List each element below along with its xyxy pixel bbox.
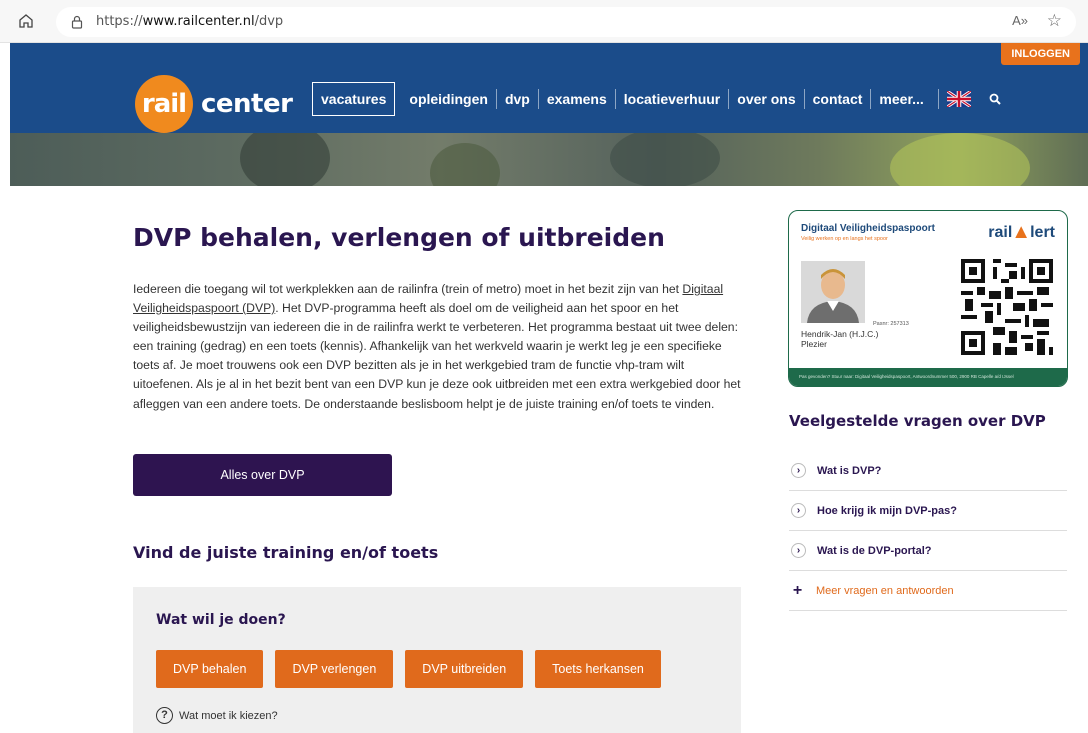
logo-rail: rail [135,75,193,133]
dvp-verlengen-button[interactable]: DVP verlengen [275,650,394,688]
decision-tree-panel: Wat wil je doen? DVP behalen DVP verleng… [133,587,741,733]
url-prefix: https:// [96,14,143,29]
intro-part: . Het DVP-programma heeft als doel om de… [133,301,741,411]
nav-over-ons[interactable]: over ons [728,89,803,109]
faq-item[interactable]: › Wat is de DVP-portal? [789,531,1067,571]
holder-name-line1: Hendrik-Jan (H.J.C.) [801,329,879,339]
holder-photo [801,261,865,323]
logo-center: center [201,89,293,119]
plus-icon: + [792,581,803,599]
railalert-logo: rail ▲ lert [988,221,1055,244]
favorite-star-icon[interactable]: ☆ [1047,11,1062,31]
lock-icon[interactable] [70,15,84,29]
browser-toolbar: https://www.railcenter.nl/dvp A» ☆ [0,0,1088,43]
url-host: www.railcenter.nl [142,14,255,29]
nav-locatieverhuur[interactable]: locatieverhuur [614,89,728,109]
site-header: INLOGGEN rail center vacatures opleiding… [10,43,1088,133]
faq-list: › Wat is DVP? › Hoe krijg ik mijn DVP-pa… [789,451,1067,611]
url-path: /dvp [254,14,284,29]
holder-name-line2: Plezier [801,339,827,349]
intro-text: Iedereen die toegang wil tot werkplekken… [133,280,745,414]
pass-number: Pasnr: 257313 [873,321,909,327]
dvp-behalen-button[interactable]: DVP behalen [156,650,264,688]
card-subtitle: Veilig werken op en langs het spoor [801,236,888,242]
help-label: Wat moet ik kiezen? [179,709,278,722]
all-about-dvp-button[interactable]: Alles over DVP [133,454,392,496]
card-title: Digitaal Veiligheidspaspoort [801,223,935,234]
dvp-pass-image: Digitaal Veiligheidspaspoort Veilig werk… [788,210,1068,387]
railcenter-logo[interactable]: rail center [135,75,293,133]
card-footer: Pas gevonden? Stuur naar: Digitaal Veili… [789,368,1067,386]
nav-meer[interactable]: meer... [870,89,931,109]
hero-shape [610,133,720,186]
nav-contact[interactable]: contact [803,89,871,109]
uk-flag-icon[interactable] [946,91,971,107]
search-icon[interactable] [989,93,1001,105]
finder-title: Vind de juiste training en/of toets [133,543,439,562]
hero-shape [430,143,500,186]
chevron-right-icon: › [791,543,806,558]
hero-shape [240,133,330,186]
faq-item[interactable]: › Wat is DVP? [789,451,1067,491]
faq-item[interactable]: › Hoe krijg ik mijn DVP-pas? [789,491,1067,531]
login-button[interactable]: INLOGGEN [1001,43,1080,65]
url-text[interactable]: https://www.railcenter.nl/dvp [96,14,283,29]
dvp-uitbreiden-button[interactable]: DVP uitbreiden [405,650,524,688]
faq-item-label: Wat is de DVP-portal? [817,544,932,557]
toets-herkansen-button[interactable]: Toets herkansen [535,650,661,688]
faq-title: Veelgestelde vragen over DVP [789,412,1046,430]
chevron-right-icon: › [791,463,806,478]
railalert-a-icon: ▲ [1011,221,1032,243]
railalert-left: rail [988,223,1013,241]
nav-separator [937,89,939,109]
hero-image [10,133,1088,186]
home-icon[interactable] [18,13,34,29]
railalert-right: lert [1030,223,1055,241]
faq-item-label: Hoe krijg ik mijn DVP-pas? [817,504,957,517]
chevron-right-icon: › [791,503,806,518]
nav-examens[interactable]: examens [537,89,615,109]
choice-buttons: DVP behalen DVP verlengen DVP uitbreiden… [156,650,661,688]
faq-more-link[interactable]: + Meer vragen en antwoorden [789,571,1067,611]
nav-opleidingen[interactable]: opleidingen [401,89,496,109]
question-mark-icon: ? [156,707,173,724]
nav-vacatures[interactable]: vacatures [312,82,396,116]
address-bar[interactable]: https://www.railcenter.nl/dvp A» ☆ [56,7,1076,37]
holder-name: Hendrik-Jan (H.J.C.) Plezier [801,329,878,349]
main-nav: vacatures opleidingen dvp examens locati… [312,82,1001,116]
faq-item-label: Wat is DVP? [817,464,882,477]
hero-shape [890,133,1030,186]
read-aloud-icon[interactable]: A» [1012,13,1028,28]
qr-code [961,259,1053,355]
help-link[interactable]: ? Wat moet ik kiezen? [156,707,278,724]
intro-part: Iedereen die toegang wil tot werkplekken… [133,282,683,296]
question-label: Wat wil je doen? [156,612,286,628]
nav-dvp[interactable]: dvp [495,89,538,109]
faq-more-label: Meer vragen en antwoorden [816,584,954,597]
page-title: DVP behalen, verlengen of uitbreiden [133,223,665,252]
